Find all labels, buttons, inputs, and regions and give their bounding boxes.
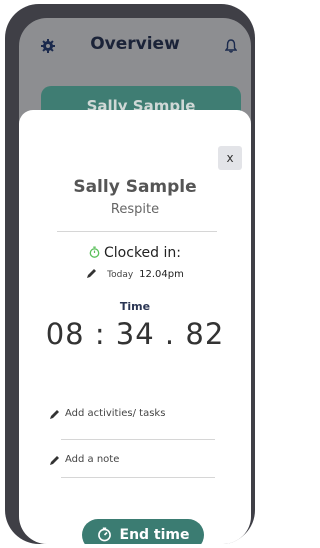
divider xyxy=(61,439,215,440)
add-activities-button[interactable]: Add activities/ tasks xyxy=(50,408,166,419)
timer-value: 08 : 34 . 82 xyxy=(45,317,225,351)
pencil-icon[interactable] xyxy=(86,268,97,279)
clock-in-day: Today xyxy=(107,270,134,280)
phone-frame: Overview Sally Sample x Sally Sample Res… xyxy=(5,4,255,544)
clock-modal: x Sally Sample Respite Clocked in: Today… xyxy=(19,110,251,544)
clock-in-time: 12.04pm xyxy=(139,269,184,280)
pencil-icon xyxy=(50,456,59,465)
top-bar: Overview xyxy=(19,18,251,80)
end-time-label: End time xyxy=(119,527,190,543)
close-button[interactable]: x xyxy=(218,146,242,170)
clock-status-label: Clocked in: xyxy=(104,245,181,261)
add-note-label: Add a note xyxy=(65,454,120,465)
app-screen: Overview Sally Sample x Sally Sample Res… xyxy=(19,18,251,544)
shift-role: Respite xyxy=(110,202,160,217)
add-note-button[interactable]: Add a note xyxy=(50,454,120,465)
end-time-button[interactable]: End time xyxy=(82,519,204,544)
stopwatch-icon xyxy=(97,527,111,542)
add-activities-label: Add activities/ tasks xyxy=(65,408,166,419)
page-title: Overview xyxy=(90,34,180,54)
clock-status: Clocked in: xyxy=(19,245,251,261)
timer-icon xyxy=(89,246,100,258)
clock-in-time-row: Today 12.04pm xyxy=(19,268,251,280)
timer-label: Time xyxy=(119,300,151,313)
divider xyxy=(61,477,215,478)
divider xyxy=(57,231,217,232)
bell-icon[interactable] xyxy=(225,39,237,53)
person-name: Sally Sample xyxy=(73,177,197,197)
pencil-icon xyxy=(50,410,59,419)
